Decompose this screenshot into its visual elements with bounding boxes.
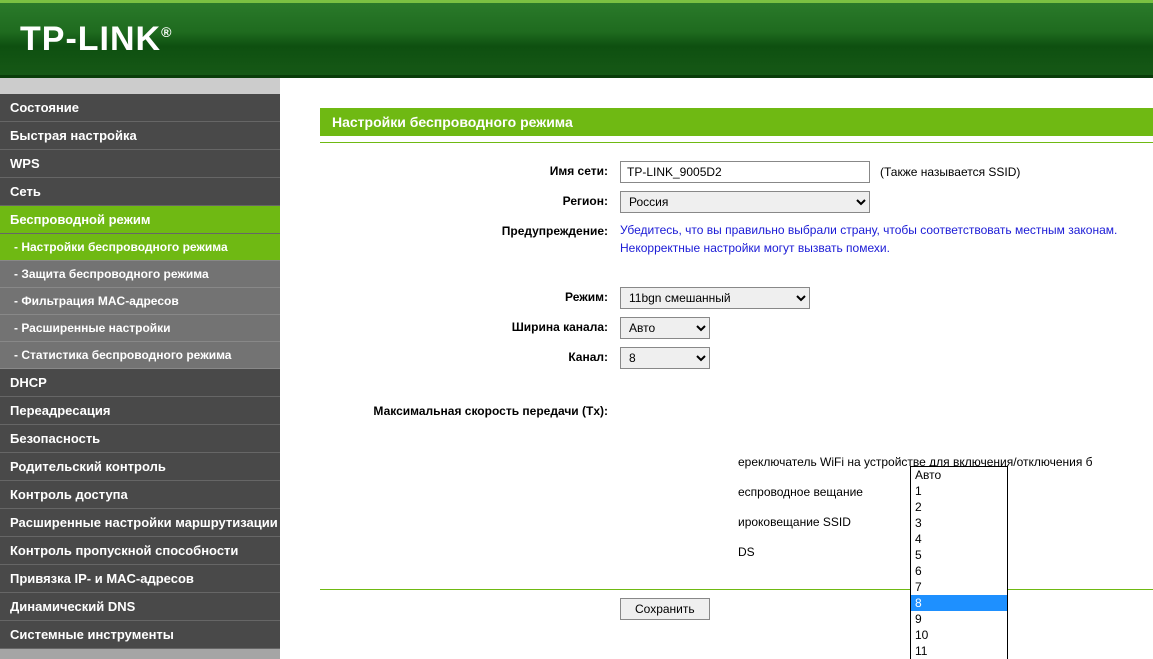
sidebar-item-routing[interactable]: Расширенные настройки маршрутизации <box>0 509 280 537</box>
sidebar-item-wireless[interactable]: Беспроводной режим <box>0 206 280 234</box>
sidebar-item-wps[interactable]: WPS <box>0 150 280 178</box>
save-button[interactable]: Сохранить <box>620 598 710 620</box>
txrate-label: Максимальная скорость передачи (Tx): <box>320 401 620 418</box>
sidebar: Состояние Быстрая настройка WPS Сеть Бес… <box>0 78 280 659</box>
sidebar-sub-wireless-settings[interactable]: - Настройки беспроводного режима <box>0 234 280 261</box>
sidebar-item-forwarding[interactable]: Переадресация <box>0 397 280 425</box>
channel-option-10[interactable]: 10 <box>911 627 1007 643</box>
sidebar-sub-wireless-security[interactable]: - Защита беспроводного режима <box>0 261 280 288</box>
warning-text: Убедитесь, что вы правильно выбрали стра… <box>620 221 1153 257</box>
sidebar-item-quick-setup[interactable]: Быстрая настройка <box>0 122 280 150</box>
channel-option-5[interactable]: 5 <box>911 547 1007 563</box>
channel-option-7[interactable]: 7 <box>911 579 1007 595</box>
sidebar-item-access-control[interactable]: Контроль доступа <box>0 481 280 509</box>
sidebar-item-ddns[interactable]: Динамический DNS <box>0 593 280 621</box>
channel-option-2[interactable]: 2 <box>911 499 1007 515</box>
channel-option-6[interactable]: 6 <box>911 563 1007 579</box>
sidebar-item-security[interactable]: Безопасность <box>0 425 280 453</box>
panel-title: Настройки беспроводного режима <box>320 108 1153 136</box>
chwidth-select[interactable]: Авто <box>620 317 710 339</box>
main-panel: Настройки беспроводного режима Имя сети:… <box>280 78 1153 659</box>
channel-select[interactable]: 8 <box>620 347 710 369</box>
channel-option-11[interactable]: 11 <box>911 643 1007 659</box>
chwidth-label: Ширина канала: <box>320 317 620 334</box>
sidebar-sub-mac-filter[interactable]: - Фильтрация MAC-адресов <box>0 288 280 315</box>
sidebar-item-system-tools[interactable]: Системные инструменты <box>0 621 280 649</box>
sidebar-item-status[interactable]: Состояние <box>0 94 280 122</box>
sidebar-item-network[interactable]: Сеть <box>0 178 280 206</box>
channel-option-auto[interactable]: Авто <box>911 467 1007 483</box>
sidebar-item-dhcp[interactable]: DHCP <box>0 369 280 397</box>
channel-option-3[interactable]: 3 <box>911 515 1007 531</box>
region-label: Регион: <box>320 191 620 208</box>
channel-option-8[interactable]: 8 <box>911 595 1007 611</box>
header: TP-LINK® <box>0 0 1153 78</box>
ssid-input[interactable] <box>620 161 870 183</box>
panel-separator <box>320 142 1153 143</box>
warning-label: Предупреждение: <box>320 221 620 238</box>
channel-dropdown-list[interactable]: Авто 1 2 3 4 5 6 7 8 9 10 11 12 13 <box>910 466 1008 659</box>
sidebar-item-parental[interactable]: Родительский контроль <box>0 453 280 481</box>
channel-option-9[interactable]: 9 <box>911 611 1007 627</box>
sidebar-sub-advanced[interactable]: - Расширенные настройки <box>0 315 280 342</box>
broadcast-partial: еспроводное вещание <box>320 485 863 499</box>
channel-label: Канал: <box>320 347 620 364</box>
mode-select[interactable]: 11bgn смешанный <box>620 287 810 309</box>
brand-logo: TP-LINK® <box>20 20 172 59</box>
channel-option-1[interactable]: 1 <box>911 483 1007 499</box>
sidebar-sub-wireless-stats[interactable]: - Статистика беспроводного режима <box>0 342 280 369</box>
ssid-broadcast-partial: ироковещание SSID <box>320 515 851 529</box>
ssid-hint: (Также называется SSID) <box>880 165 1020 179</box>
sidebar-item-ip-mac-binding[interactable]: Привязка IP- и MAC-адресов <box>0 565 280 593</box>
wds-partial: DS <box>320 545 755 559</box>
region-select[interactable]: Россия <box>620 191 870 213</box>
channel-option-4[interactable]: 4 <box>911 531 1007 547</box>
ssid-label: Имя сети: <box>320 161 620 178</box>
mode-label: Режим: <box>320 287 620 304</box>
sidebar-item-bandwidth[interactable]: Контроль пропускной способности <box>0 537 280 565</box>
